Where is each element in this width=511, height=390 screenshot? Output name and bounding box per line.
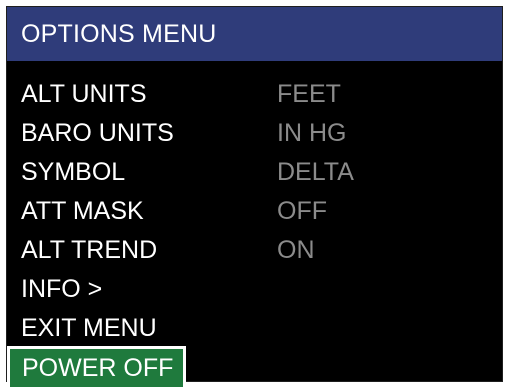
menu-item-symbol[interactable]: SYMBOL DELTA xyxy=(7,153,502,192)
menu-item-label: POWER OFF xyxy=(7,345,187,390)
menu-item-label: SYMBOL xyxy=(21,158,126,186)
menu-item-info[interactable]: INFO > xyxy=(7,270,502,309)
menu-item-label: INFO > xyxy=(21,275,103,303)
menu-item-value: FEET xyxy=(277,80,341,108)
menu-item-exit-menu[interactable]: EXIT MENU xyxy=(7,309,502,348)
page-title-text: OPTIONS MENU xyxy=(21,19,217,48)
menu-item-alt-units[interactable]: ALT UNITS FEET xyxy=(7,75,502,114)
menu-item-label: EXIT MENU xyxy=(21,314,157,342)
menu-item-label: ALT TREND xyxy=(21,236,158,264)
menu-item-att-mask[interactable]: ATT MASK OFF xyxy=(7,192,502,231)
menu-item-label: ATT MASK xyxy=(21,197,144,225)
menu-item-value: DELTA xyxy=(277,158,354,186)
menu-item-power-off[interactable]: POWER OFF xyxy=(7,345,502,390)
menu-item-baro-units[interactable]: BARO UNITS IN HG xyxy=(7,114,502,153)
menu-item-value: ON xyxy=(277,236,315,264)
menu-item-value: OFF xyxy=(277,197,327,225)
menu-item-label: ALT UNITS xyxy=(21,80,147,108)
options-menu: ALT UNITS FEET BARO UNITS IN HG SYMBOL D… xyxy=(7,75,502,390)
menu-item-alt-trend[interactable]: ALT TREND ON xyxy=(7,231,502,270)
options-menu-screen: OPTIONS MENU ALT UNITS FEET BARO UNITS I… xyxy=(6,6,503,390)
menu-item-value: IN HG xyxy=(277,119,347,147)
page-title: OPTIONS MENU xyxy=(7,7,502,61)
menu-item-label: BARO UNITS xyxy=(21,119,174,147)
